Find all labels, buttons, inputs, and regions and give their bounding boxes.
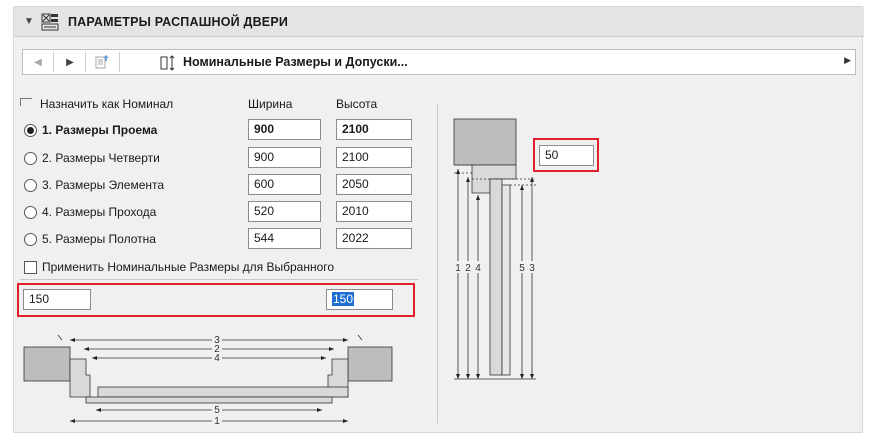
right-offset-input[interactable]: 150 xyxy=(326,289,393,310)
element-height-input[interactable]: 2050 xyxy=(336,174,412,195)
row-label: 4. Размеры Прохода xyxy=(42,205,157,219)
next-page-button[interactable]: ▶ xyxy=(59,52,81,72)
width-header: Ширина xyxy=(248,97,293,111)
apply-nominal-label: Применить Номинальные Размеры для Выбран… xyxy=(42,260,335,274)
radio-rebate-size[interactable] xyxy=(24,152,37,165)
plan-label: 4 xyxy=(214,353,220,364)
element-width-input[interactable]: 600 xyxy=(248,174,321,195)
toolbar-divider xyxy=(119,52,120,72)
rebate-height-input[interactable]: 2100 xyxy=(336,147,412,168)
nominal-label: Назначить как Номинал xyxy=(40,97,174,111)
door-parameters-panel: ▼ ПАРАМЕТРЫ РАСПАШНОЙ ДВЕРИ ◀ ▶ Номиналь… xyxy=(13,6,864,433)
vertical-divider xyxy=(437,103,438,423)
door-parameters-icon xyxy=(41,13,59,31)
parent-page-button[interactable] xyxy=(91,52,113,72)
passage-width-input[interactable]: 520 xyxy=(248,201,321,222)
section-label: 3 xyxy=(529,263,535,274)
row-label: 2. Размеры Четверти xyxy=(42,151,160,165)
apply-nominal-checkbox[interactable] xyxy=(24,261,37,274)
page-menu-arrow-icon[interactable]: ▶ xyxy=(844,55,851,66)
section-label: 4 xyxy=(475,263,481,274)
radio-opening-size[interactable] xyxy=(24,124,37,137)
panel-header[interactable]: ▼ ПАРАМЕТРЫ РАСПАШНОЙ ДВЕРИ xyxy=(14,7,864,37)
collapse-arrow-icon[interactable]: ▼ xyxy=(24,16,34,27)
opening-height-input[interactable]: 2100 xyxy=(336,119,412,140)
previous-page-button[interactable]: ◀ xyxy=(27,52,49,72)
section-label: 5 xyxy=(519,263,525,274)
section-label: 1 xyxy=(455,263,461,274)
bracket-icon xyxy=(20,98,32,106)
radio-element-size[interactable] xyxy=(24,179,37,192)
selected-text: 150 xyxy=(332,292,355,306)
rebate-width-input[interactable]: 900 xyxy=(248,147,321,168)
toolbar-divider xyxy=(53,52,54,72)
opening-width-input[interactable]: 900 xyxy=(248,119,321,140)
page-selector[interactable]: Номинальные Размеры и Допуски... xyxy=(183,55,408,69)
row-label: 5. Размеры Полотна xyxy=(42,232,156,246)
leaf-width-input[interactable]: 544 xyxy=(248,228,321,249)
panel-title: ПАРАМЕТРЫ РАСПАШНОЙ ДВЕРИ xyxy=(68,15,289,29)
top-offset-input[interactable]: 50 xyxy=(539,145,594,166)
toolbar-divider xyxy=(85,52,86,72)
row-label: 3. Размеры Элемента xyxy=(42,178,165,192)
passage-height-input[interactable]: 2010 xyxy=(336,201,412,222)
door-plan-diagram: 3 2 4 5 1 xyxy=(23,334,393,425)
dimensions-icon xyxy=(160,55,175,71)
plan-label: 5 xyxy=(214,405,220,416)
page-up-icon xyxy=(95,55,109,69)
row-label: 1. Размеры Проема xyxy=(42,123,158,137)
section-label: 2 xyxy=(465,263,471,274)
door-section-diagram: 1 2 4 5 3 xyxy=(453,118,537,380)
height-header: Высота xyxy=(336,97,378,111)
radio-leaf-size[interactable] xyxy=(24,233,37,246)
plan-label: 1 xyxy=(214,416,220,425)
radio-passage-size[interactable] xyxy=(24,206,37,219)
page-navigator: ◀ ▶ Номинальные Размеры и Допуски... ▶ xyxy=(22,49,856,75)
left-offset-input[interactable]: 150 xyxy=(23,289,91,310)
leaf-height-input[interactable]: 2022 xyxy=(336,228,412,249)
divider xyxy=(20,279,418,280)
